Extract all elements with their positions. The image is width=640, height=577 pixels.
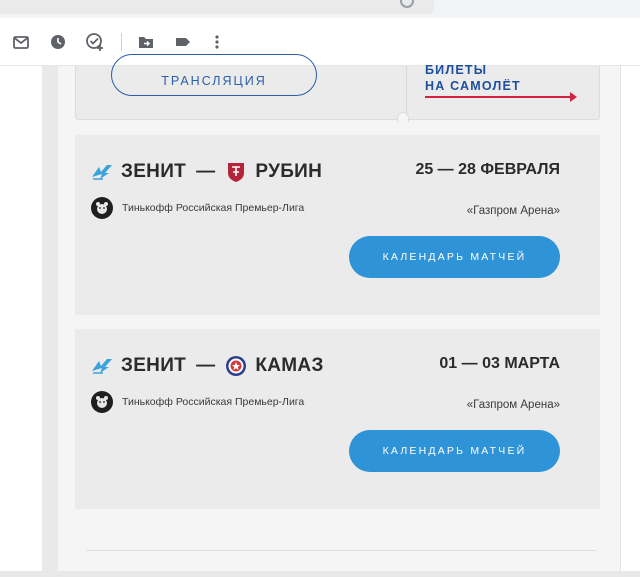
mark-unread-icon[interactable] [11, 32, 31, 52]
email-body: ТРАНСЛЯЦИЯ БИЛЕТЫ НА САМОЛЁТ ЗЕНИТ — РУБ… [58, 54, 620, 577]
match-venue: «Газпром Арена» [466, 399, 560, 411]
move-to-icon[interactable] [136, 32, 156, 52]
match-calendar-button[interactable]: КАЛЕНДАРЬ МАТЧЕЙ [349, 236, 560, 278]
rubin-logo-icon [225, 161, 247, 183]
home-team: ЗЕНИТ [121, 355, 187, 376]
search-bar[interactable] [0, 0, 434, 14]
league-name: Тинькофф Российская Премьер-Лига [122, 202, 305, 214]
league-info: Тинькофф Российская Премьер-Лига [91, 197, 304, 219]
away-team: КАМАЗ [255, 355, 324, 376]
tickets-line-1: БИЛЕТЫ [425, 63, 488, 77]
arrow-right-icon [570, 92, 577, 102]
rpl-bear-logo-icon [91, 197, 113, 219]
match-venue: «Газпром Арена» [466, 205, 560, 217]
search-icon[interactable] [400, 0, 414, 8]
away-team: РУБИН [255, 161, 323, 182]
left-gutter-strip [42, 66, 58, 577]
right-margin [620, 66, 640, 577]
browser-top-strip [0, 0, 640, 18]
label-icon[interactable] [173, 32, 193, 52]
bottom-divider [86, 550, 596, 551]
zenit-logo-icon [91, 161, 113, 183]
left-margin [0, 66, 42, 577]
bottom-scroll-strip [0, 571, 640, 577]
toolbar-divider [121, 33, 122, 51]
home-team: ЗЕНИТ [121, 161, 187, 182]
promo-block: ТРАНСЛЯЦИЯ БИЛЕТЫ НА САМОЛЁТ [75, 54, 600, 120]
match-card: ЗЕНИТ — РУБИН 25 — 28 ФЕВРАЛЯ Тинькофф Р… [75, 135, 600, 315]
match-teams: ЗЕНИТ — КАМАЗ [91, 353, 324, 379]
league-info: Тинькофф Российская Премьер-Лига [91, 391, 304, 413]
add-task-icon[interactable] [85, 32, 105, 52]
tickets-line-2: НА САМОЛЁТ [425, 79, 521, 93]
flight-tickets-link[interactable]: БИЛЕТЫ НА САМОЛЁТ [425, 62, 521, 94]
email-toolbar [0, 18, 640, 66]
match-teams: ЗЕНИТ — РУБИН [91, 159, 322, 185]
teams-separator: — [196, 161, 216, 182]
zenit-logo-icon [91, 355, 113, 377]
teams-separator: — [196, 355, 216, 376]
promo-notch [397, 112, 409, 122]
snooze-icon[interactable] [48, 32, 68, 52]
match-date: 25 — 28 ФЕВРАЛЯ [415, 161, 560, 178]
broadcast-button[interactable]: ТРАНСЛЯЦИЯ [111, 54, 317, 96]
match-date: 01 — 03 МАРТА [439, 355, 560, 372]
more-vert-icon[interactable] [207, 32, 227, 52]
kamaz-logo-icon [225, 355, 247, 377]
rpl-bear-logo-icon [91, 391, 113, 413]
match-card: ЗЕНИТ — КАМАЗ 01 — 03 МАРТА Тинькофф Рос… [75, 329, 600, 509]
match-calendar-button[interactable]: КАЛЕНДАРЬ МАТЧЕЙ [349, 430, 560, 472]
tickets-underline [425, 96, 575, 98]
league-name: Тинькофф Российская Премьер-Лига [122, 396, 305, 408]
